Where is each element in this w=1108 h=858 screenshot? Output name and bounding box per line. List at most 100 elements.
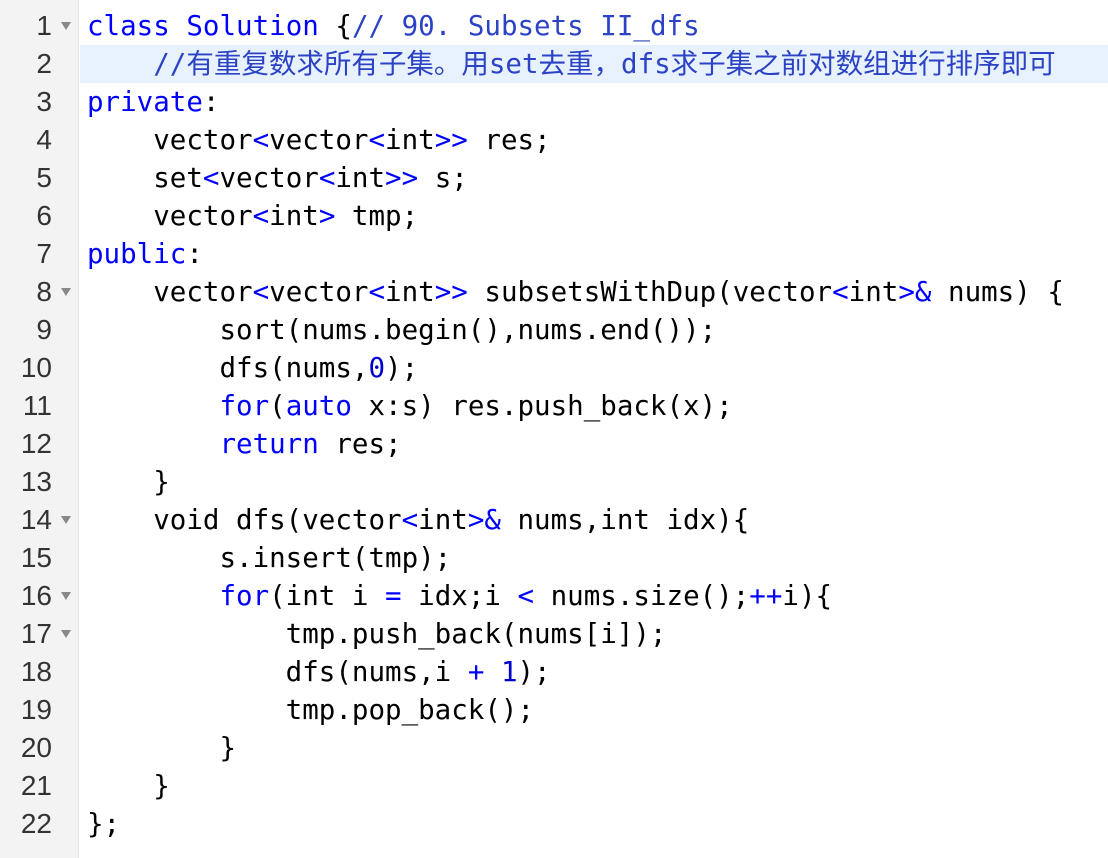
code-line-content[interactable]: sort(nums.begin(),nums.end()); bbox=[80, 311, 1108, 349]
code-line-content[interactable]: tmp.push_back(nums[i]); bbox=[80, 615, 1108, 653]
code-token: Solution bbox=[186, 10, 319, 42]
gutter-cell: 8 bbox=[0, 273, 78, 311]
code-line[interactable]: 14 void dfs(vector<int>& nums,int idx){ bbox=[0, 501, 1108, 539]
code-line[interactable]: 5 set<vector<int>> s; bbox=[0, 159, 1108, 197]
gutter-cell: 2 bbox=[0, 45, 78, 83]
code-token: : bbox=[202, 86, 220, 118]
code-line[interactable]: 3 private: bbox=[0, 83, 1108, 121]
line-number: 18 bbox=[20, 656, 52, 687]
code-token: > bbox=[318, 200, 336, 232]
code-line-content[interactable]: } bbox=[80, 729, 1108, 767]
code-token: } bbox=[87, 732, 237, 764]
code-line[interactable]: 12 return res; bbox=[0, 425, 1108, 463]
fold-arrow-icon[interactable] bbox=[61, 630, 71, 638]
fold-arrow-icon[interactable] bbox=[61, 288, 71, 296]
code-token: < bbox=[252, 124, 270, 156]
code-line[interactable]: 9 sort(nums.begin(),nums.end()); bbox=[0, 311, 1108, 349]
code-line-content[interactable]: dfs(nums,0); bbox=[80, 349, 1108, 387]
code-line[interactable]: 2 //有重复数求所有子集。用set去重，dfs求子集之前对数组进行排序即可 bbox=[0, 45, 1108, 83]
gutter-cell: 5 bbox=[0, 159, 78, 197]
code-token: { bbox=[318, 10, 352, 42]
line-number: 17 bbox=[20, 618, 52, 649]
code-editor[interactable]: 1 class Solution {// 90. Subsets II_dfs 2 … bbox=[0, 0, 1108, 858]
code-line-content[interactable]: dfs(nums,i + 1); bbox=[80, 653, 1108, 691]
code-line-content[interactable]: void dfs(vector<int>& nums,int idx){ bbox=[80, 501, 1108, 539]
code-line-content[interactable]: vector<vector<int>> subsetsWithDup(vecto… bbox=[80, 273, 1108, 311]
code-token: return bbox=[219, 428, 319, 460]
code-line-content[interactable]: vector<int> tmp; bbox=[80, 197, 1108, 235]
code-token: auto bbox=[285, 390, 352, 422]
line-number: 2 bbox=[36, 48, 52, 79]
line-number: 5 bbox=[36, 162, 52, 193]
code-line[interactable]: 7 public: bbox=[0, 235, 1108, 273]
code-token: set bbox=[87, 162, 203, 194]
code-token: < bbox=[202, 162, 220, 194]
code-token: ); bbox=[385, 352, 419, 384]
code-line[interactable]: 21 } bbox=[0, 767, 1108, 805]
code-text: tmp.pop_back(); bbox=[87, 691, 534, 729]
code-line[interactable]: 18 dfs(nums,i + 1); bbox=[0, 653, 1108, 691]
code-text: tmp.push_back(nums[i]); bbox=[87, 615, 667, 653]
gutter-cell: 3 bbox=[0, 83, 78, 121]
code-token: subsetsWithDup(vector bbox=[467, 276, 833, 308]
fold-arrow-icon[interactable] bbox=[61, 592, 71, 600]
code-line-content[interactable]: s.insert(tmp); bbox=[80, 539, 1108, 577]
code-token: nums) { bbox=[931, 276, 1064, 308]
code-line-content[interactable]: //有重复数求所有子集。用set去重，dfs求子集之前对数组进行排序即可 bbox=[80, 45, 1108, 83]
code-line[interactable]: 15 s.insert(tmp); bbox=[0, 539, 1108, 577]
code-line[interactable]: 10 dfs(nums,0); bbox=[0, 349, 1108, 387]
code-token: 1 bbox=[500, 656, 518, 688]
code-line[interactable]: 22}; bbox=[0, 805, 1108, 843]
code-token: private bbox=[87, 86, 203, 118]
line-number: 20 bbox=[20, 732, 52, 763]
code-line-content[interactable]: public: bbox=[80, 235, 1108, 273]
code-token: vector bbox=[87, 124, 253, 156]
code-line-content[interactable]: }; bbox=[80, 805, 1108, 843]
code-line-content[interactable]: return res; bbox=[80, 425, 1108, 463]
code-token: class bbox=[87, 10, 170, 42]
code-line-content[interactable]: class Solution {// 90. Subsets II_dfs bbox=[80, 7, 1108, 45]
code-line-content[interactable]: for(int i = idx;i < nums.size();++i){ bbox=[80, 577, 1108, 615]
code-line[interactable]: 16 for(int i = idx;i < nums.size();++i){ bbox=[0, 577, 1108, 615]
line-number: 22 bbox=[20, 808, 52, 839]
line-number: 9 bbox=[36, 314, 52, 345]
code-token: : bbox=[186, 238, 203, 270]
code-line[interactable]: 20 } bbox=[0, 729, 1108, 767]
code-line[interactable]: 4 vector<vector<int>> res; bbox=[0, 121, 1108, 159]
code-token: + bbox=[467, 656, 485, 688]
line-number: 19 bbox=[20, 694, 52, 725]
code-token: ++ bbox=[749, 580, 783, 612]
code-line-content[interactable]: } bbox=[80, 463, 1108, 501]
code-token: }; bbox=[87, 808, 121, 840]
fold-arrow-icon[interactable] bbox=[61, 22, 71, 30]
code-line-content[interactable]: tmp.pop_back(); bbox=[80, 691, 1108, 729]
code-line[interactable]: 17 tmp.push_back(nums[i]); bbox=[0, 615, 1108, 653]
code-lines: 1 class Solution {// 90. Subsets II_dfs 2 … bbox=[0, 7, 1108, 843]
code-line[interactable]: 11 for(auto x:s) res.push_back(x); bbox=[0, 387, 1108, 425]
code-line[interactable]: 13 } bbox=[0, 463, 1108, 501]
code-line-content[interactable]: set<vector<int>> s; bbox=[80, 159, 1108, 197]
code-token: int bbox=[269, 200, 319, 232]
code-text: return res; bbox=[87, 425, 402, 463]
code-line-content[interactable]: vector<vector<int>> res; bbox=[80, 121, 1108, 159]
code-text: s.insert(tmp); bbox=[87, 539, 451, 577]
code-token: tmp; bbox=[335, 200, 419, 232]
code-line-content[interactable]: private: bbox=[80, 83, 1108, 121]
line-number: 16 bbox=[20, 580, 52, 611]
gutter-cell: 6 bbox=[0, 197, 78, 235]
code-token: res; bbox=[318, 428, 402, 460]
code-line[interactable]: 8 vector<vector<int>> subsetsWithDup(vec… bbox=[0, 273, 1108, 311]
code-line[interactable]: 6 vector<int> tmp; bbox=[0, 197, 1108, 235]
fold-arrow-icon[interactable] bbox=[61, 516, 71, 524]
code-line[interactable]: 1 class Solution {// 90. Subsets II_dfs bbox=[0, 7, 1108, 45]
code-line-content[interactable]: } bbox=[80, 767, 1108, 805]
gutter-cell: 4 bbox=[0, 121, 78, 159]
code-line[interactable]: 19 tmp.pop_back(); bbox=[0, 691, 1108, 729]
code-token: dfs(nums,i bbox=[87, 656, 468, 688]
code-token: dfs(nums, bbox=[87, 352, 369, 384]
code-line-content[interactable]: for(auto x:s) res.push_back(x); bbox=[80, 387, 1108, 425]
code-text: set<vector<int>> s; bbox=[87, 159, 468, 197]
code-text: vector<vector<int>> res; bbox=[87, 121, 550, 159]
code-token: >& bbox=[898, 276, 932, 308]
